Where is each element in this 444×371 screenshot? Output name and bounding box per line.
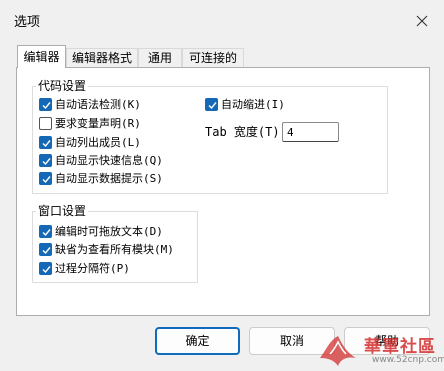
checkbox-label: 缺省为查看所有模块(M) bbox=[55, 243, 174, 256]
checkbox-checked bbox=[39, 243, 52, 256]
checkmark-icon bbox=[42, 247, 51, 255]
tab-editor[interactable]: 编辑器 bbox=[17, 45, 66, 68]
checkbox-label: 自动列出成员(L) bbox=[55, 136, 141, 149]
tab-general[interactable]: 通用 bbox=[138, 48, 182, 67]
ok-button[interactable]: 确定 bbox=[155, 327, 240, 355]
window-settings-title: 窗口设置 bbox=[36, 204, 89, 218]
checkbox-checked bbox=[39, 225, 52, 238]
code-settings-title: 代码设置 bbox=[36, 79, 89, 93]
checkbox-checked bbox=[39, 136, 52, 149]
checkmark-icon bbox=[42, 158, 51, 166]
tab-width-label: Tab 宽度(T): bbox=[205, 125, 287, 139]
checkmark-icon bbox=[42, 140, 51, 148]
checkmark-icon bbox=[42, 176, 51, 184]
close-button[interactable] bbox=[408, 8, 436, 34]
tab-docking[interactable]: 可连接的 bbox=[182, 48, 244, 67]
help-button-label: 帮助 bbox=[374, 334, 399, 348]
cancel-button[interactable]: 取消 bbox=[249, 327, 335, 355]
checkbox-label: 过程分隔符(P) bbox=[55, 262, 130, 275]
checkmark-icon bbox=[42, 229, 51, 237]
checkbox-label: 自动缩进(I) bbox=[221, 98, 285, 111]
tab-label: 编辑器格式 bbox=[71, 51, 132, 65]
watermark-url: www.52cnp.com bbox=[372, 355, 444, 365]
checkbox-label: 自动显示快速信息(Q) bbox=[55, 154, 163, 167]
help-button[interactable]: 帮助 bbox=[344, 327, 430, 355]
tab-label: 可连接的 bbox=[188, 51, 237, 65]
close-icon bbox=[416, 15, 428, 27]
checkbox-checked bbox=[39, 172, 52, 185]
checkbox-label: 要求变量声明(R) bbox=[55, 117, 141, 130]
checkmark-icon bbox=[42, 102, 51, 110]
title-bar: 选项 bbox=[0, 0, 444, 38]
tab-label: 编辑器 bbox=[23, 50, 60, 64]
checkbox-checked bbox=[39, 98, 52, 111]
checkmark-icon bbox=[208, 102, 217, 110]
ok-button-label: 确定 bbox=[185, 334, 210, 348]
window-title: 选项 bbox=[14, 15, 41, 30]
checkbox-unchecked bbox=[39, 117, 52, 130]
checkbox-label: 编辑时可拖放文本(D) bbox=[55, 225, 163, 238]
checkbox-checked bbox=[39, 262, 52, 275]
tab-width-input[interactable] bbox=[282, 122, 339, 142]
tab-label: 通用 bbox=[147, 51, 172, 65]
checkbox-label: 自动显示数据提示(S) bbox=[55, 172, 163, 185]
checkbox-label: 自动语法检测(K) bbox=[55, 98, 141, 111]
tab-editor-format[interactable]: 编辑器格式 bbox=[66, 48, 138, 67]
cancel-button-label: 取消 bbox=[279, 334, 304, 348]
checkbox-checked bbox=[205, 98, 218, 111]
checkmark-icon bbox=[42, 266, 51, 274]
checkbox-checked bbox=[39, 154, 52, 167]
